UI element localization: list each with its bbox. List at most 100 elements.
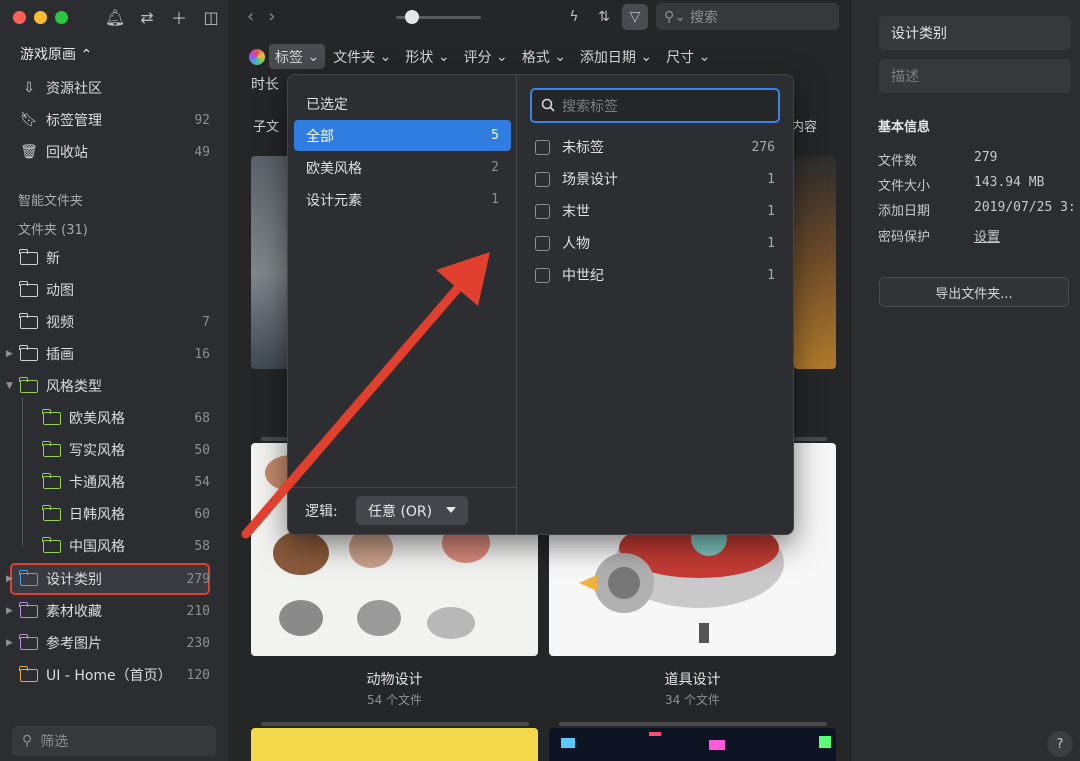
folder-label: 欧美风格 bbox=[69, 411, 125, 427]
help-button[interactable]: ? bbox=[1047, 731, 1073, 757]
folder-count: 50 bbox=[194, 442, 210, 458]
tag-group-list: 已选定 全部 5 欧美风格 2 设计元素 1 逻辑: 任意 (OR) bbox=[288, 75, 517, 534]
folder-new[interactable]: 新 bbox=[0, 243, 230, 273]
tag-row[interactable]: 未标签 276 bbox=[535, 133, 775, 161]
chevron-right-icon[interactable]: ▶ bbox=[6, 638, 13, 648]
folder-count: 210 bbox=[186, 603, 210, 619]
search-placeholder: 搜索 bbox=[689, 9, 718, 26]
slider-knob[interactable] bbox=[405, 10, 419, 24]
logic-select[interactable]: 任意 (OR) bbox=[356, 496, 468, 525]
filter-icon[interactable]: ▽ bbox=[622, 4, 648, 30]
back-icon[interactable]: ‹ bbox=[247, 6, 254, 27]
filter-tags[interactable]: 标签 ⌄ bbox=[269, 44, 326, 69]
tag-checkbox[interactable] bbox=[535, 139, 550, 155]
folder-icon bbox=[19, 376, 38, 393]
minimize-window-button[interactable] bbox=[34, 11, 47, 24]
thumbnail-poster[interactable] bbox=[794, 156, 836, 369]
export-folder-button[interactable]: 导出文件夹... bbox=[879, 277, 1069, 307]
chevron-right-icon[interactable]: ▶ bbox=[6, 606, 13, 616]
sort-icon[interactable]: ⇅ bbox=[591, 4, 617, 30]
folder-western-style[interactable]: 欧美风格 68 bbox=[0, 403, 230, 433]
folder-card-partial[interactable] bbox=[251, 728, 538, 761]
folder-videos[interactable]: 视频 7 bbox=[0, 307, 230, 337]
folder-jpkr-style[interactable]: 日韩风格 60 bbox=[0, 499, 230, 529]
filter-folders[interactable]: 文件夹 ⌄ bbox=[327, 44, 397, 69]
tag-checkbox[interactable] bbox=[535, 203, 550, 219]
tag-checkbox[interactable] bbox=[535, 171, 550, 187]
top-search-input[interactable]: ⚲⌄ 搜索 bbox=[656, 3, 839, 30]
folder-count: 54 bbox=[194, 474, 210, 490]
sidebar-item-tags[interactable]: 🔖︎ 标签管理 92 bbox=[0, 105, 230, 135]
folder-card-partial[interactable] bbox=[549, 728, 836, 761]
sidebar-item-trash[interactable]: 🗑︎ 回收站 49 bbox=[0, 137, 230, 167]
smart-folders-header[interactable]: 智能文件夹 bbox=[18, 190, 83, 209]
tag-checkbox[interactable] bbox=[535, 235, 550, 251]
tag-label: 中世纪 bbox=[562, 268, 604, 284]
color-filter-icon[interactable] bbox=[249, 48, 265, 65]
folder-gifs[interactable]: 动图 bbox=[0, 275, 230, 305]
filter-label: 评分 bbox=[463, 49, 492, 66]
add-icon[interactable]: ＋ bbox=[168, 6, 190, 28]
filter-shape[interactable]: 形状 ⌄ bbox=[399, 44, 455, 69]
folder-cartoon-style[interactable]: 卡通风格 54 bbox=[0, 467, 230, 497]
folder-style-types[interactable]: ▼ 风格类型 bbox=[0, 371, 230, 401]
folder-realistic-style[interactable]: 写实风格 50 bbox=[0, 435, 230, 465]
bell-icon[interactable]: 🔔︎ bbox=[104, 6, 126, 28]
tag-row[interactable]: 场景设计 1 bbox=[535, 165, 775, 193]
bookmark-icon: 🔖︎ bbox=[20, 112, 38, 128]
folder-material-collection[interactable]: ▶ 素材收藏 210 bbox=[0, 596, 230, 626]
divider bbox=[288, 487, 517, 488]
close-window-button[interactable] bbox=[13, 11, 26, 24]
chevron-right-icon[interactable]: ▶ bbox=[6, 574, 13, 584]
description-input[interactable]: 描述 bbox=[879, 59, 1071, 93]
folder-chinese-style[interactable]: 中国风格 58 bbox=[0, 531, 230, 561]
sidebar-filter-input[interactable]: ⚲ 筛选 bbox=[12, 726, 216, 756]
folder-illustrations[interactable]: ▶ 插画 16 bbox=[0, 339, 230, 369]
tag-group-count: 5 bbox=[491, 128, 499, 143]
filter-size[interactable]: 尺寸 ⌄ bbox=[660, 44, 716, 69]
folder-name-input[interactable]: 设计类别 bbox=[879, 16, 1071, 50]
tag-row[interactable]: 末世 1 bbox=[535, 197, 775, 225]
library-switcher[interactable]: 游戏原画 ⌃ bbox=[20, 44, 92, 64]
filter-label: 尺寸 bbox=[666, 49, 695, 66]
tag-group-label: 已选定 bbox=[306, 96, 348, 113]
chevron-down-icon[interactable]: ▼ bbox=[6, 381, 13, 391]
sidebar-toggle-icon[interactable]: ◫ bbox=[200, 6, 222, 28]
tag-row[interactable]: 人物 1 bbox=[535, 229, 775, 257]
folder-label: 卡通风格 bbox=[69, 475, 125, 491]
zoom-window-button[interactable] bbox=[55, 11, 68, 24]
folder-design-category[interactable]: ▶ 设计类别 279 bbox=[0, 564, 230, 594]
tag-group-selected[interactable]: 已选定 bbox=[294, 88, 511, 119]
tag-label: 人物 bbox=[562, 236, 590, 252]
tag-group-western[interactable]: 欧美风格 2 bbox=[294, 152, 511, 183]
lightning-icon[interactable]: ϟ bbox=[561, 4, 587, 30]
tag-row[interactable]: 中世纪 1 bbox=[535, 261, 775, 289]
tag-checkbox[interactable] bbox=[535, 267, 550, 283]
filter-label: 形状 bbox=[405, 49, 434, 66]
tag-search-input[interactable]: 搜索标签 bbox=[530, 88, 780, 123]
filter-date-added[interactable]: 添加日期 ⌄ bbox=[574, 44, 658, 69]
thumbnail-size-slider[interactable] bbox=[396, 10, 481, 24]
basic-info-header: 基本信息 bbox=[878, 120, 931, 135]
forward-icon[interactable]: › bbox=[268, 6, 275, 27]
filter-format[interactable]: 格式 ⌄ bbox=[516, 44, 572, 69]
info-key: 添加日期 bbox=[878, 204, 931, 219]
folders-header[interactable]: 文件夹 (31) bbox=[18, 219, 88, 238]
folder-label: 设计类别 bbox=[46, 572, 102, 588]
folder-reference-images[interactable]: ▶ 参考图片 230 bbox=[0, 628, 230, 658]
filter-duration[interactable]: 时长 bbox=[251, 74, 279, 94]
inspector-panel: 设计类别 描述 基本信息 文件数 279 文件大小 143.94 MB 添加日期… bbox=[850, 0, 1080, 761]
tag-group-design-elements[interactable]: 设计元素 1 bbox=[294, 184, 511, 215]
folder-icon bbox=[42, 408, 61, 425]
filter-label: 文件夹 bbox=[333, 49, 376, 66]
sidebar-toolbar: 🔔︎ ⇄ ＋ ◫ bbox=[104, 6, 222, 29]
sync-icon[interactable]: ⇄ bbox=[136, 6, 158, 28]
folder-ui-home[interactable]: UI - Home（首页） 120 bbox=[0, 660, 230, 690]
tag-group-all[interactable]: 全部 5 bbox=[294, 120, 511, 151]
chevron-right-icon[interactable]: ▶ bbox=[6, 349, 13, 359]
folder-icon bbox=[19, 344, 38, 361]
sidebar-item-community[interactable]: ⇩ 资源社区 bbox=[0, 73, 230, 103]
filter-rating[interactable]: 评分 ⌄ bbox=[458, 44, 514, 69]
password-settings-link[interactable]: 设置 bbox=[974, 226, 1000, 245]
card-title: 动物设计 bbox=[366, 672, 423, 688]
